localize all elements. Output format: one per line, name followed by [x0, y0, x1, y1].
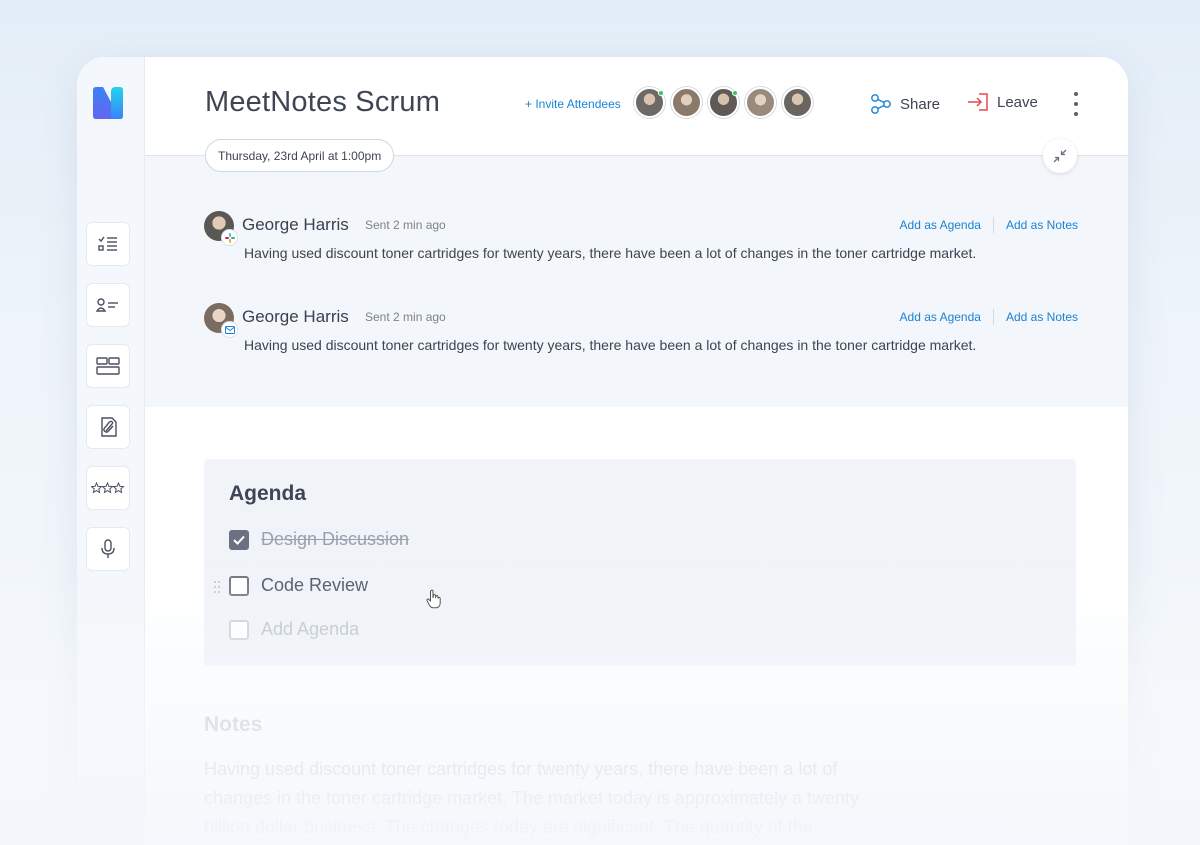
page-title: MeetNotes Scrum	[205, 86, 441, 118]
sidebar-item-rating[interactable]	[86, 466, 130, 510]
checkbox[interactable]	[229, 575, 249, 596]
more-options-icon[interactable]	[1071, 92, 1081, 116]
checkbox[interactable]	[229, 619, 249, 640]
sent-time: Sent 2 min ago	[365, 218, 446, 232]
meeting-date-badge: Thursday, 23rd April at 1:00pm	[205, 139, 395, 172]
online-indicator	[658, 90, 664, 96]
slack-icon	[222, 230, 237, 245]
sender-name: George Harris	[242, 215, 349, 234]
share-icon	[871, 94, 891, 114]
check-icon	[233, 535, 245, 545]
add-agenda-placeholder: Add Agenda	[261, 619, 360, 639]
notes-title: Notes	[204, 713, 263, 736]
checkbox-checked[interactable]	[229, 529, 249, 550]
app-logo	[93, 87, 123, 119]
sent-time: Sent 2 min ago	[365, 310, 446, 324]
add-as-notes-link[interactable]: Add as Notes	[1006, 310, 1078, 324]
agenda-item-label: Code Review	[261, 575, 369, 595]
sender-name: George Harris	[242, 307, 349, 326]
chat-feed: George Harris Sent 2 min ago Add as Agen…	[145, 156, 1128, 407]
attendee-avatar[interactable]	[745, 87, 776, 118]
message-actions: Add as Agenda Add as Notes	[900, 309, 1078, 325]
sidebar-item-checklist[interactable]	[86, 222, 130, 266]
attendee-avatars	[634, 87, 813, 118]
message-actions: Add as Agenda Add as Notes	[900, 217, 1078, 233]
agenda-panel: Agenda Design Discussion Code Review Add…	[204, 459, 1076, 666]
sidebar-item-microphone[interactable]	[86, 527, 130, 571]
collapse-button[interactable]	[1043, 139, 1077, 173]
agenda-title: Agenda	[229, 482, 307, 505]
attendee-avatar[interactable]	[634, 87, 665, 118]
app-window: MeetNotes Scrum + Invite Attendees Share	[77, 57, 1128, 845]
add-as-notes-link[interactable]: Add as Notes	[1006, 218, 1078, 232]
agenda-item-label: Design Discussion	[261, 529, 410, 549]
agenda-item[interactable]: Design Discussion	[229, 529, 409, 550]
drag-handle-icon[interactable]	[213, 580, 221, 594]
layout-icon	[96, 357, 120, 375]
message-text: Having used discount toner cartridges fo…	[244, 245, 977, 261]
divider	[992, 217, 994, 233]
add-as-agenda-link[interactable]: Add as Agenda	[900, 310, 981, 324]
attendee-avatar[interactable]	[782, 87, 813, 118]
hand-cursor-icon	[426, 589, 441, 609]
share-label: Share	[900, 95, 941, 113]
contact-list-icon	[96, 298, 118, 312]
agenda-item[interactable]: Code Review	[229, 575, 368, 596]
online-indicator	[732, 90, 738, 96]
divider	[992, 309, 994, 325]
rating-stars-icon	[91, 482, 125, 494]
attachment-icon	[101, 417, 117, 437]
message-text: Having used discount toner cartridges fo…	[244, 337, 977, 353]
notes-text[interactable]: Having used discount toner cartridges fo…	[204, 755, 884, 842]
add-agenda-input[interactable]: Add Agenda	[229, 619, 359, 640]
sidebar	[77, 57, 145, 845]
add-as-agenda-link[interactable]: Add as Agenda	[900, 218, 981, 232]
attendee-avatar[interactable]	[671, 87, 702, 118]
leave-label: Leave	[997, 93, 1038, 111]
sidebar-item-contacts[interactable]	[86, 283, 130, 327]
main-content: MeetNotes Scrum + Invite Attendees Share	[145, 57, 1128, 845]
microphone-icon	[101, 539, 115, 558]
leave-button[interactable]: Leave	[967, 93, 1038, 111]
mail-icon	[222, 322, 237, 337]
attendee-avatar[interactable]	[708, 87, 739, 118]
invite-attendees-link[interactable]: + Invite Attendees	[525, 97, 621, 111]
leave-icon	[968, 93, 988, 111]
share-button[interactable]: Share	[870, 93, 940, 115]
sidebar-item-layout[interactable]	[86, 344, 130, 388]
checklist-icon	[98, 236, 117, 251]
sidebar-item-attachments[interactable]	[86, 405, 130, 449]
collapse-icon	[1053, 149, 1067, 163]
